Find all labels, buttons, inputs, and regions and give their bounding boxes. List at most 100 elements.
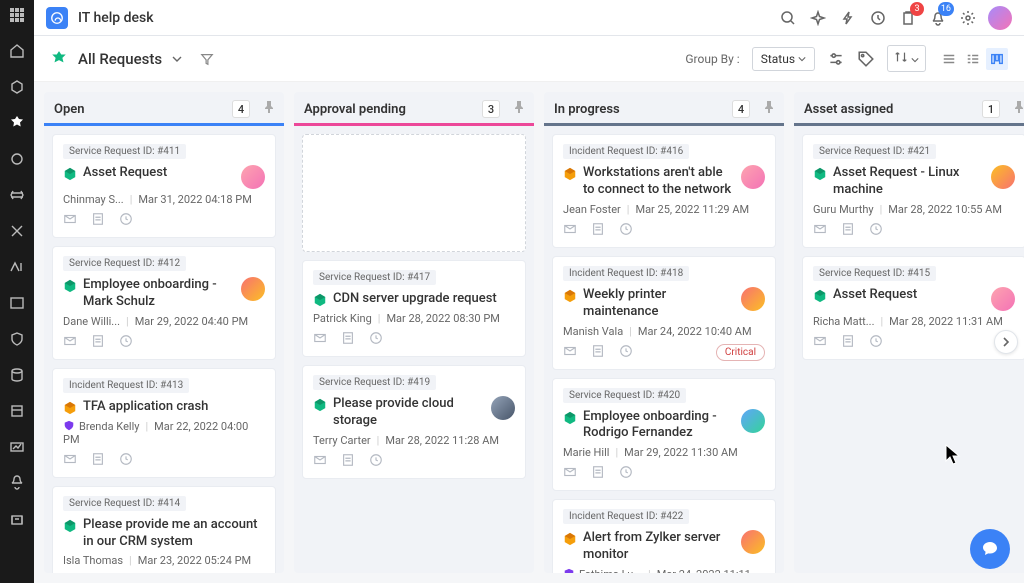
assignee-avatar[interactable]	[741, 287, 765, 311]
request-card[interactable]: Service Request ID: #419Please provide c…	[302, 365, 526, 479]
request-card[interactable]: Service Request ID: #417CDN server upgra…	[302, 260, 526, 357]
nav-icon-2[interactable]	[8, 78, 26, 96]
mail-action-icon[interactable]	[313, 331, 327, 348]
mail-action-icon[interactable]	[63, 334, 77, 351]
request-card[interactable]: Incident Request ID: #418Weekly printer …	[552, 256, 776, 370]
request-card[interactable]: Service Request ID: #420Employee onboard…	[552, 378, 776, 492]
note-action-icon[interactable]	[341, 453, 355, 470]
note-action-icon[interactable]	[91, 212, 105, 229]
time-action-icon[interactable]	[619, 222, 633, 239]
home-icon[interactable]	[8, 42, 26, 60]
request-card[interactable]: Incident Request ID: #416Workstations ar…	[552, 134, 776, 248]
groupby-select[interactable]: Status	[752, 47, 815, 71]
assignee-avatar[interactable]	[241, 277, 265, 301]
pin-icon[interactable]	[514, 101, 524, 117]
view-title[interactable]: All Requests	[78, 50, 162, 68]
note-action-icon[interactable]	[591, 465, 605, 482]
clipboard-badge: 3	[910, 2, 924, 16]
nav-icon-5[interactable]	[8, 186, 26, 204]
view-kanban-icon[interactable]	[986, 48, 1008, 70]
time-action-icon[interactable]	[619, 344, 633, 361]
mail-action-icon[interactable]	[563, 344, 577, 361]
column-header[interactable]: Open4	[44, 92, 284, 126]
nav-icon-4[interactable]	[8, 150, 26, 168]
time-action-icon[interactable]	[369, 331, 383, 348]
mail-action-icon[interactable]	[563, 222, 577, 239]
history-icon[interactable]	[868, 8, 888, 28]
column-header[interactable]: Approval pending3	[294, 92, 534, 126]
mail-action-icon[interactable]	[813, 334, 827, 351]
mail-action-icon[interactable]	[63, 452, 77, 469]
sort-select[interactable]	[887, 45, 926, 72]
pin-icon[interactable]	[1014, 101, 1024, 117]
view-detail-icon[interactable]	[962, 48, 984, 70]
request-card[interactable]: Incident Request ID: #422Alert from Zylk…	[552, 499, 776, 573]
card-title: Asset Request - Linux machine	[833, 165, 985, 199]
pin-icon[interactable]	[264, 101, 274, 117]
request-card[interactable]: Service Request ID: #412Employee onboard…	[52, 246, 276, 360]
nav-icon-13[interactable]	[8, 474, 26, 492]
request-card[interactable]: Service Request ID: #421Asset Request - …	[802, 134, 1024, 248]
note-action-icon[interactable]	[341, 331, 355, 348]
nav-icon-11[interactable]	[8, 402, 26, 420]
apps-grid-icon[interactable]	[8, 6, 26, 24]
nav-icon-14[interactable]	[8, 510, 26, 528]
note-action-icon[interactable]	[841, 334, 855, 351]
request-card[interactable]: Service Request ID: #415Asset RequestRic…	[802, 256, 1024, 360]
assignee-avatar[interactable]	[741, 165, 765, 189]
nav-icon-9[interactable]	[8, 330, 26, 348]
card-person: Fathima Lu...	[579, 568, 642, 573]
time-action-icon[interactable]	[369, 453, 383, 470]
clipboard-icon[interactable]: 3	[898, 8, 918, 28]
time-action-icon[interactable]	[619, 465, 633, 482]
assignee-avatar[interactable]	[741, 530, 765, 554]
filter-icon[interactable]	[200, 52, 214, 66]
time-action-icon[interactable]	[869, 222, 883, 239]
bell-icon[interactable]: 16	[928, 8, 948, 28]
note-action-icon[interactable]	[91, 452, 105, 469]
view-list-icon[interactable]	[938, 48, 960, 70]
column-header[interactable]: Asset assigned1	[794, 92, 1024, 126]
time-action-icon[interactable]	[119, 334, 133, 351]
pin-icon[interactable]	[764, 101, 774, 117]
note-action-icon[interactable]	[591, 344, 605, 361]
note-action-icon[interactable]	[591, 222, 605, 239]
tag-icon[interactable]	[857, 50, 875, 68]
search-icon[interactable]	[778, 8, 798, 28]
assignee-avatar[interactable]	[741, 409, 765, 433]
time-action-icon[interactable]	[119, 452, 133, 469]
assignee-avatar[interactable]	[241, 165, 265, 189]
request-card[interactable]: Service Request ID: #414Please provide m…	[52, 486, 276, 573]
column-header[interactable]: In progress4	[544, 92, 784, 126]
request-card[interactable]: Service Request ID: #411Asset RequestChi…	[52, 134, 276, 238]
mail-action-icon[interactable]	[63, 212, 77, 229]
settings-gear-icon[interactable]	[958, 8, 978, 28]
nav-icon-7[interactable]	[8, 258, 26, 276]
assignee-avatar[interactable]	[491, 396, 515, 420]
nav-icon-12[interactable]	[8, 438, 26, 456]
column-approval: Approval pending3 Service Request ID: #41…	[294, 92, 534, 573]
mail-action-icon[interactable]	[563, 465, 577, 482]
time-action-icon[interactable]	[119, 212, 133, 229]
scroll-right-button[interactable]	[994, 330, 1018, 354]
assignee-avatar[interactable]	[991, 165, 1015, 189]
user-avatar[interactable]	[988, 6, 1012, 30]
mail-action-icon[interactable]	[813, 222, 827, 239]
assignee-avatar[interactable]	[991, 287, 1015, 311]
note-action-icon[interactable]	[841, 222, 855, 239]
nav-icon-10[interactable]	[8, 366, 26, 384]
card-date: Mar 23, 2022 05:24 PM	[138, 554, 251, 567]
nav-requests-icon[interactable]	[8, 114, 26, 132]
request-card[interactable]: Incident Request ID: #413TFA application…	[52, 368, 276, 478]
note-action-icon[interactable]	[91, 334, 105, 351]
time-action-icon[interactable]	[869, 334, 883, 351]
bolt-icon[interactable]	[838, 8, 858, 28]
mail-action-icon[interactable]	[313, 453, 327, 470]
nav-icon-6[interactable]	[8, 222, 26, 240]
chevron-down-icon[interactable]	[172, 54, 182, 64]
settings-sliders-icon[interactable]	[827, 50, 845, 68]
dropzone[interactable]	[302, 134, 526, 252]
nav-icon-8[interactable]	[8, 294, 26, 312]
sparkle-icon[interactable]	[808, 8, 828, 28]
chat-fab-button[interactable]	[970, 529, 1010, 569]
